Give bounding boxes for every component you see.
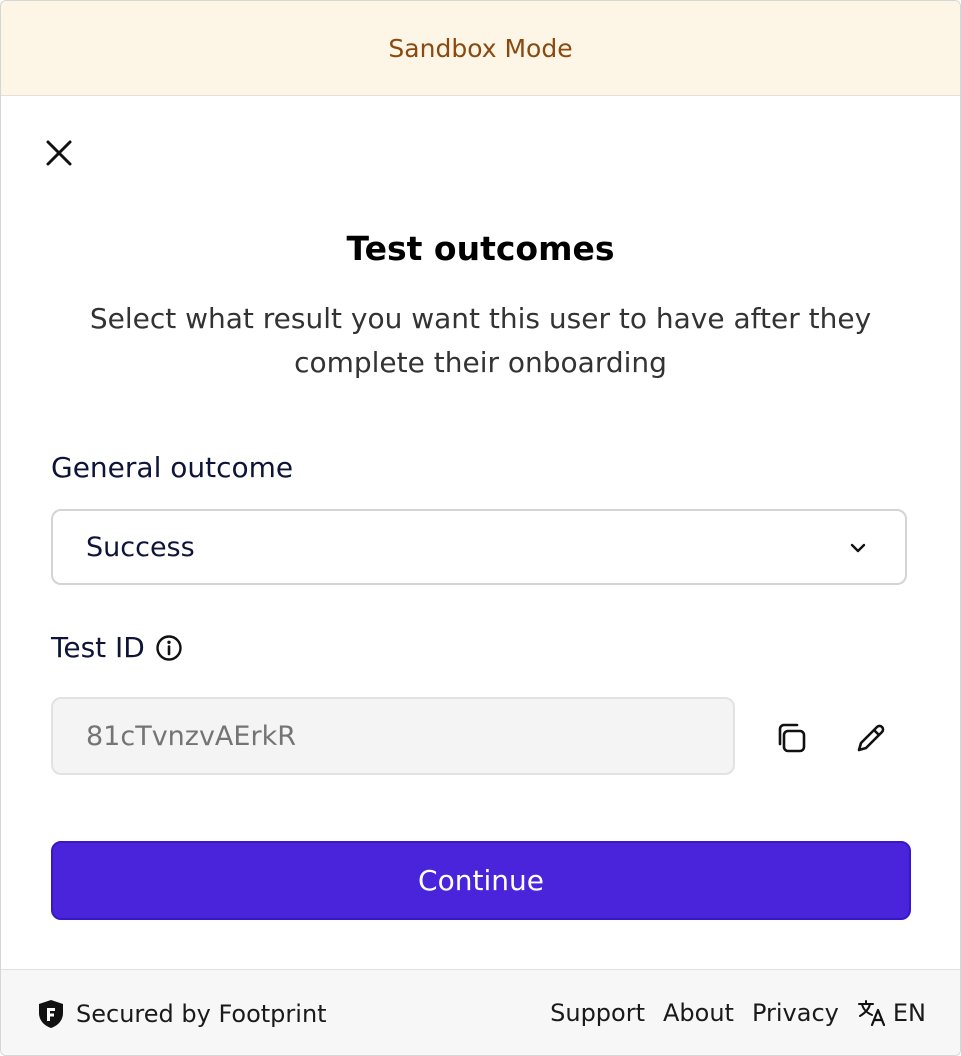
language-selector[interactable]: EN	[857, 998, 926, 1028]
support-link[interactable]: Support	[550, 999, 645, 1027]
copy-icon	[778, 723, 806, 753]
continue-button[interactable]: Continue	[51, 841, 911, 920]
language-label: EN	[892, 999, 926, 1027]
test-id-label-row: Test ID	[51, 631, 183, 664]
chevron-down-icon	[850, 543, 866, 553]
info-icon[interactable]	[155, 634, 183, 662]
general-outcome-value: Success	[86, 531, 195, 563]
shield-icon	[39, 1000, 63, 1028]
translate-icon	[857, 1000, 885, 1027]
continue-button-label: Continue	[418, 864, 544, 897]
general-outcome-label: General outcome	[51, 451, 294, 484]
secured-by-badge[interactable]: Secured by Footprint	[36, 998, 327, 1030]
footer-links: Support About Privacy EN	[532, 998, 926, 1028]
close-button[interactable]	[39, 133, 79, 173]
dialog-subtitle: Select what result you want this user to…	[89, 302, 872, 379]
close-icon	[46, 140, 72, 166]
pencil-icon	[857, 724, 885, 752]
secured-by-text: Secured by Footprint	[76, 1000, 327, 1028]
test-id-field[interactable]: 81cTvnzvAErkR	[51, 697, 735, 775]
test-id-label: Test ID	[51, 631, 145, 664]
test-id-value: 81cTvnzvAErkR	[86, 720, 296, 752]
dialog-title: Test outcomes	[346, 229, 615, 268]
edit-button[interactable]	[849, 716, 893, 760]
footer: Secured by Footprint Support About Priva…	[1, 969, 960, 1055]
sandbox-banner: Sandbox Mode	[1, 1, 960, 96]
privacy-link[interactable]: Privacy	[752, 999, 839, 1027]
general-outcome-select[interactable]: Success	[51, 509, 907, 585]
onboarding-dialog: Sandbox Mode Test outcomes Select what r…	[0, 0, 961, 1056]
about-link[interactable]: About	[663, 999, 734, 1027]
copy-button[interactable]	[769, 716, 813, 760]
sandbox-banner-text: Sandbox Mode	[388, 33, 573, 63]
